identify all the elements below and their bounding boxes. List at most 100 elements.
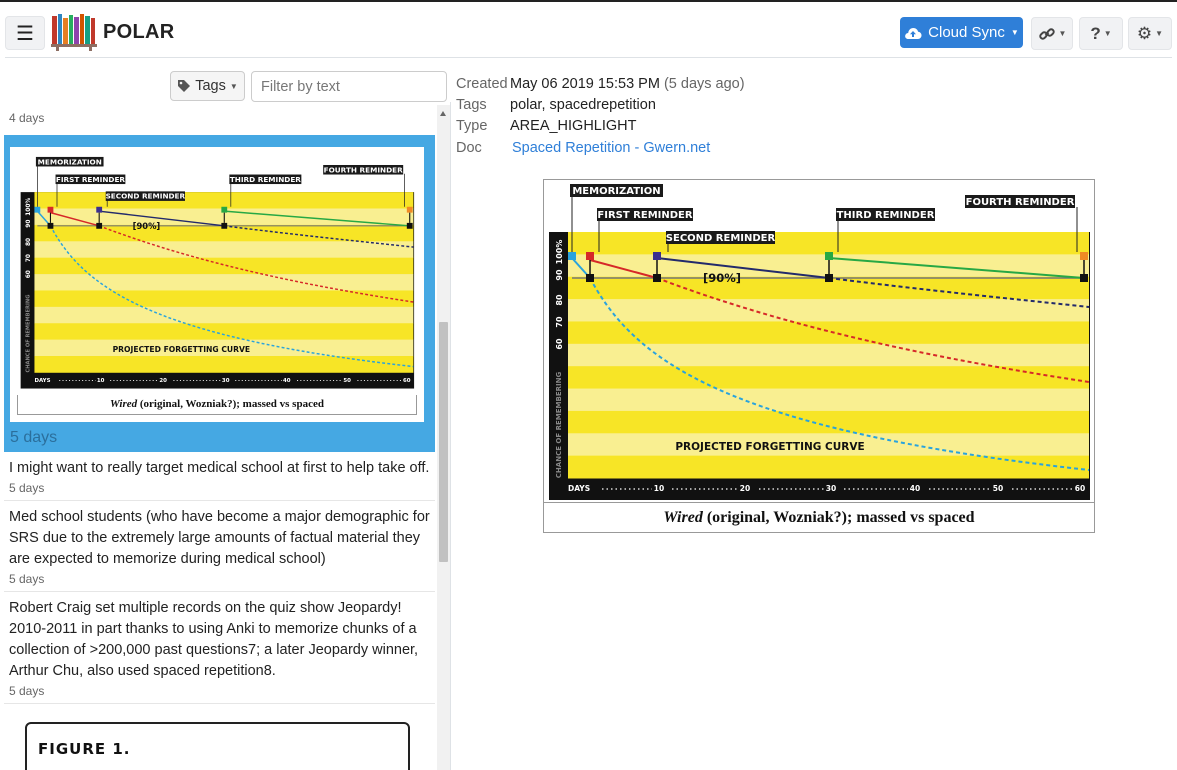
plot-stripe [34, 306, 414, 324]
list-item-selected[interactable]: 100% 90 80 70 60 CHANCE OF REMEMBERING DAYS 10 2… [4, 135, 435, 452]
reminder-base-marker [1080, 274, 1088, 282]
x-tick-label: 60 [1075, 484, 1085, 493]
y-tick-label: 100% [555, 240, 564, 265]
x-tick-label: 60 [403, 378, 411, 384]
tag-icon [178, 80, 191, 92]
area-highlight-thumbnail: 100% 90 80 70 60 CHANCE OF REMEMBERING DAYS 10 2… [10, 147, 424, 422]
ninety-percent-label: [90%] [703, 271, 741, 285]
plot-stripe [34, 241, 414, 259]
chevron-down-icon: ▼ [229, 81, 238, 91]
memorization-label: MEMORIZATION [572, 186, 660, 197]
chevron-down-icon: ▼ [1058, 29, 1067, 38]
reminder-marker [568, 252, 576, 260]
x-tick-label: 10 [97, 378, 105, 384]
reminder-marker [406, 206, 413, 213]
y-tick-label: 70 [555, 316, 564, 328]
second-reminder-label: SECOND REMINDER [106, 192, 186, 201]
figure-caption: Wired (original, Wozniak?); massed vs sp… [544, 502, 1094, 533]
y-tick-label: 90 [26, 220, 32, 228]
item-meta: 4 days [9, 111, 45, 125]
reminder-marker [653, 252, 661, 260]
cloud-sync-label: Cloud Sync [928, 24, 1005, 41]
caption-text: (original, Wozniak?); massed vs spaced [137, 398, 324, 410]
y-tick-label: 80 [555, 294, 564, 306]
y-axis-label: CHANCE OF REMEMBERING [555, 372, 563, 479]
scroll-up-icon[interactable] [440, 111, 446, 116]
link-menu-button[interactable]: ▼ [1031, 17, 1073, 50]
doc-link[interactable]: Spaced Repetition - Gwern.net [512, 140, 710, 156]
filter-text-input[interactable] [251, 71, 447, 102]
plot-stripe [568, 388, 1089, 412]
bookshelf-icon [51, 14, 97, 51]
plot-stripe [568, 321, 1089, 345]
x-tick-label: 40 [910, 484, 920, 493]
plot-stripe [568, 343, 1089, 367]
second-reminder-label: SECOND REMINDER [666, 233, 776, 244]
chevron-down-icon: ▼ [1010, 28, 1019, 37]
settings-menu-button[interactable]: ⚙ ▼ [1128, 17, 1172, 50]
y-tick-label: 60 [26, 270, 32, 278]
item-meta: 5 days [9, 481, 45, 495]
item-text: I might want to really target medical sc… [9, 460, 430, 476]
x-axis-label: DAYS [568, 484, 590, 493]
y-tick-label: 100% [26, 198, 32, 216]
reminder-base-marker [586, 274, 594, 282]
panel-divider [450, 102, 451, 770]
created-value: May 06 2019 15:53 PM (5 days ago) [510, 76, 745, 92]
chevron-down-icon: ▼ [1103, 29, 1112, 38]
cloud-sync-button[interactable]: Cloud Sync ▼ [900, 17, 1023, 48]
type-value: AREA_HIGHLIGHT [510, 118, 637, 134]
fourth-reminder-label: FOURTH REMINDER [324, 165, 403, 174]
help-menu-button[interactable]: ? ▼ [1079, 17, 1123, 50]
list-item[interactable]: Robert Craig set multiple records on the… [4, 592, 435, 704]
brand-title: POLAR [103, 21, 175, 43]
projected-curve-label: PROJECTED FORGETTING CURVE [675, 441, 864, 453]
hamburger-icon[interactable]: ☰ [5, 16, 45, 50]
plot-stripe [34, 356, 414, 373]
third-reminder-label: THIRD REMINDER [837, 210, 935, 221]
first-reminder-label: FIRST REMINDER [597, 210, 692, 221]
first-reminder-label: FIRST REMINDER [56, 175, 126, 184]
thumbnail-caption: Wired (original, Wozniak?); massed vs sp… [17, 395, 417, 415]
plot-stripe [34, 192, 414, 209]
list-item[interactable]: FIGURE 1. [4, 722, 435, 770]
reminder-base-marker [221, 222, 228, 229]
x-tick-label: 10 [654, 484, 664, 493]
area-highlight-image: 100% 90 80 70 60 CHANCE OF REMEMBERING DAYS 10 2… [543, 179, 1095, 533]
forgetting-curve-figure-thumb: 100% 90 80 70 60 CHANCE OF REMEMBERINGDAYS 10 2… [17, 154, 417, 390]
caption-emphasis: Wired [663, 509, 703, 526]
third-reminder-label: THIRD REMINDER [230, 175, 301, 184]
memorization-label: MEMORIZATION [38, 157, 102, 166]
x-tick-label: 50 [993, 484, 1003, 493]
reminder-marker [825, 252, 833, 260]
created-relative: (5 days ago) [663, 76, 745, 92]
list-scrollbar[interactable] [437, 105, 450, 770]
figure-title: FIGURE 1. [38, 740, 131, 758]
item-text: Med school students (who have become a m… [9, 509, 430, 567]
question-icon: ? [1090, 23, 1101, 43]
plot-stripe [34, 257, 414, 275]
plot-stripe [568, 232, 1089, 255]
projected-curve-label: PROJECTED FORGETTING CURVE [113, 345, 251, 354]
list-item[interactable]: 4 days [4, 105, 435, 135]
reminder-base-marker [96, 222, 103, 229]
link-icon [1038, 27, 1055, 40]
tags-value: polar, spacedrepetition [510, 97, 656, 113]
tags-label: Tags [195, 78, 226, 94]
list-item[interactable]: I might want to really target medical sc… [4, 452, 435, 501]
caption-text: (original, Wozniak?); massed vs spaced [702, 509, 975, 526]
tags-filter-button[interactable]: Tags ▼ [170, 71, 245, 101]
x-tick-label: 50 [343, 378, 351, 384]
reminder-marker [96, 206, 103, 213]
fourth-reminder-label: FOURTH REMINDER [966, 197, 1075, 208]
y-tick-label: 70 [26, 254, 32, 262]
doc-label: Doc [456, 140, 482, 156]
created-date: May 06 2019 15:53 PM [510, 76, 660, 92]
gear-icon: ⚙ [1136, 23, 1153, 43]
navbar: ☰ POLAR Cloud Sync ▼ ▼ ? ▼ ⚙ ▼ [0, 2, 1177, 58]
reminder-marker [47, 206, 54, 213]
x-tick-label: 30 [826, 484, 836, 493]
scrollbar-thumb[interactable] [439, 322, 448, 562]
plot-stripe [34, 274, 414, 291]
list-item[interactable]: Med school students (who have become a m… [4, 501, 435, 592]
